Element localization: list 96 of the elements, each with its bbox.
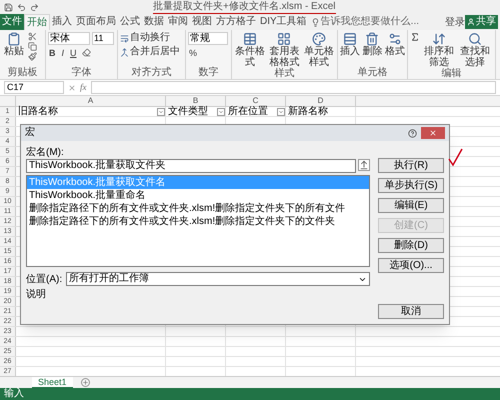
- field-label: 宏名(M):: [26, 146, 65, 159]
- ribbon-button[interactable]: 查找和选择: [458, 32, 492, 68]
- underline-button[interactable]: U: [69, 47, 78, 60]
- sum-icon[interactable]: [410, 32, 420, 42]
- field-label: 位置(A):: [26, 272, 62, 286]
- ribbon-icon: [343, 32, 358, 46]
- sign-in-link[interactable]: 登录: [445, 14, 465, 30]
- percent-button[interactable]: %: [188, 47, 198, 60]
- table-cell-text: 新路名称: [287, 106, 328, 116]
- group-label: 对齐方式: [130, 67, 172, 79]
- cut-icon[interactable]: [28, 32, 37, 41]
- close-icon: [429, 129, 437, 137]
- ribbon-button[interactable]: 粘贴: [2, 32, 26, 57]
- fill-icon[interactable]: [82, 48, 91, 57]
- ribbon-icon: [312, 32, 326, 46]
- ribbon-button[interactable]: 单元格样式: [302, 32, 335, 68]
- status-text: 输入: [4, 388, 24, 400]
- ribbon-tab[interactable]: 插入: [50, 14, 74, 30]
- dialog-button[interactable]: 单步执行(S): [378, 178, 444, 193]
- wrap-text-icon: [120, 34, 129, 42]
- italic-button[interactable]: I: [60, 47, 66, 60]
- redo-icon[interactable]: [30, 2, 39, 12]
- list-item[interactable]: ThisWorkbook.批量重命名: [27, 189, 369, 202]
- group-label: 单元格: [356, 67, 388, 79]
- table-cell-text: 文件类型: [167, 106, 208, 116]
- description-label: 说明: [26, 288, 47, 301]
- ribbon-tab[interactable]: DIY工具箱: [258, 14, 309, 30]
- ribbon-button[interactable]: 格式: [384, 32, 405, 57]
- filter-button[interactable]: [157, 108, 165, 116]
- dialog-button[interactable]: 执行(R): [378, 158, 444, 173]
- brush-icon[interactable]: [28, 52, 37, 61]
- dialog-button[interactable]: 编辑(E): [378, 198, 444, 213]
- font-size-field[interactable]: 11: [92, 32, 114, 45]
- group-label: 剪贴板: [6, 67, 38, 79]
- name-box[interactable]: C17: [4, 81, 64, 94]
- column-header[interactable]: C: [226, 96, 286, 106]
- list-item[interactable]: 删除指定路径下的所有文件或文件夹.xlsm!删除指定文件夹下的所有文件: [27, 202, 369, 215]
- ribbon-tab[interactable]: 方方格子: [214, 14, 258, 30]
- ribbon-icon: [7, 32, 21, 46]
- ribbon-icon: [365, 32, 380, 46]
- copy-icon[interactable]: [28, 42, 37, 51]
- ribbon-icon: [243, 32, 258, 46]
- ribbon-button[interactable]: 条件格式: [234, 32, 266, 68]
- number-format-field[interactable]: 常规: [188, 32, 228, 45]
- location-dropdown[interactable]: 所有打开的工作簿: [66, 272, 370, 286]
- ribbon-tab[interactable]: 页面布局: [74, 14, 118, 30]
- formula-field[interactable]: [90, 81, 496, 94]
- ribbon-tab[interactable]: 数据: [142, 14, 166, 30]
- ribbon-icon: [277, 32, 292, 46]
- tell-me-field[interactable]: 告诉我您想要做什么...: [310, 16, 421, 28]
- lightbulb-icon: [310, 18, 320, 26]
- ribbon-button[interactable]: 排序和筛选: [422, 32, 456, 68]
- ribbon-icon: [388, 32, 402, 46]
- merge-icon: [120, 48, 129, 56]
- cancel-icon[interactable]: [68, 84, 76, 92]
- collapse-icon[interactable]: [358, 159, 370, 171]
- column-header[interactable]: D: [286, 96, 356, 106]
- group-label: 样式: [274, 68, 296, 80]
- check-mark-drawing: [447, 147, 463, 167]
- column-header[interactable]: B: [166, 96, 226, 106]
- ribbon-tab[interactable]: 审阅: [166, 14, 190, 30]
- ribbon-tab[interactable]: 开始: [24, 14, 50, 30]
- group-label: 编辑: [440, 68, 462, 80]
- cancel-button[interactable]: 取消: [378, 304, 444, 319]
- ribbon-tab[interactable]: 视图: [190, 14, 214, 30]
- font-field[interactable]: 宋体: [48, 32, 90, 45]
- help-icon[interactable]: [408, 128, 417, 138]
- filter-button[interactable]: [277, 108, 285, 116]
- ribbon-icon: [468, 32, 482, 46]
- share-button[interactable]: 共享: [465, 15, 498, 29]
- function-icon[interactable]: fx: [80, 80, 86, 94]
- ribbon-button[interactable]: 删除: [362, 32, 383, 57]
- merge-center-button[interactable]: 合并后居中: [120, 46, 180, 58]
- macro-name-field[interactable]: ThisWorkbook.批量获取文件夹: [26, 159, 356, 173]
- ribbon-tab[interactable]: 公式: [118, 14, 142, 30]
- dialog-button[interactable]: 选项(O)...: [378, 258, 444, 273]
- dialog-button[interactable]: 删除(D): [378, 238, 444, 253]
- filter-button[interactable]: [217, 108, 225, 116]
- list-item[interactable]: 删除指定路径下的所有文件或文件夹.xlsm!删除指定文件夹下的文件夹: [27, 215, 369, 228]
- person-icon: [467, 18, 475, 26]
- ribbon-button[interactable]: 插入: [340, 32, 360, 57]
- add-sheet-icon[interactable]: [80, 378, 90, 387]
- file-tab[interactable]: 文件: [0, 14, 24, 30]
- group-label: 字体: [70, 67, 92, 79]
- table-cell-text: 所在位置: [227, 106, 268, 116]
- ribbon-button[interactable]: 套用表格格式: [268, 32, 301, 68]
- table-cell-text: 旧路名称: [17, 106, 58, 116]
- undo-icon[interactable]: [17, 2, 26, 12]
- save-icon[interactable]: [4, 2, 13, 12]
- column-header[interactable]: A: [16, 96, 166, 106]
- dialog-title: 宏: [25, 127, 35, 139]
- ribbon-icon: [432, 32, 446, 46]
- bold-button[interactable]: B: [48, 47, 56, 60]
- group-label: 数字: [198, 67, 220, 79]
- wrap-text-button[interactable]: 自动换行: [120, 32, 180, 44]
- sheet-tab[interactable]: Sheet1: [32, 376, 73, 388]
